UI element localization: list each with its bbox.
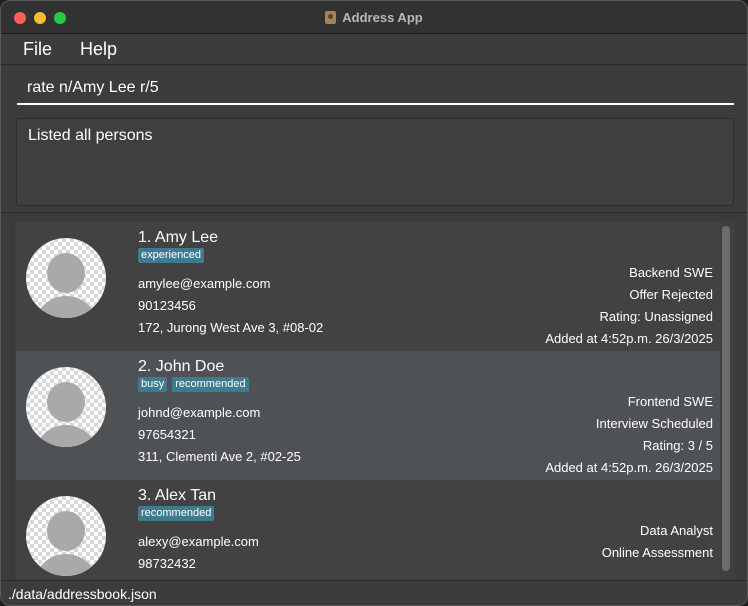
person-role: Frontend SWE: [627, 394, 713, 409]
avatar-icon: [26, 367, 106, 447]
person-list-area: 1. Amy Lee experienced amylee@example.co…: [1, 213, 747, 580]
person-added: Added at 4:52p.m. 26/3/2025: [545, 331, 713, 346]
window-title: Address App: [342, 10, 423, 25]
menu-help[interactable]: Help: [66, 39, 131, 60]
person-email: alexy@example.com: [138, 534, 259, 549]
person-phone: 90123456: [138, 298, 196, 313]
app-icon: [325, 11, 337, 24]
person-role: Backend SWE: [629, 265, 713, 280]
person-name: 2. John Doe: [138, 358, 225, 375]
person-tags: experienced: [138, 248, 204, 263]
person-card[interactable]: 1. Amy Lee experienced amylee@example.co…: [16, 222, 720, 351]
menu-bar: File Help: [1, 34, 747, 65]
result-display-area: Listed all persons: [1, 112, 747, 213]
person-name: 1. Amy Lee: [138, 229, 219, 246]
tag-badge: recommended: [138, 506, 215, 521]
window-title-group: Address App: [1, 1, 747, 34]
person-email: amylee@example.com: [138, 276, 271, 291]
person-role: Data Analyst: [640, 523, 713, 538]
title-bar: Address App: [1, 1, 747, 34]
person-tags: busy recommended: [138, 377, 249, 392]
list-scrollbar[interactable]: [721, 226, 731, 577]
tag-badge: experienced: [138, 248, 204, 263]
scrollbar-thumb[interactable]: [722, 226, 730, 571]
person-address: 172, Jurong West Ave 3, #08-02: [138, 320, 324, 335]
person-status: Online Assessment: [601, 545, 713, 560]
person-phone: 98732432: [138, 556, 196, 571]
person-rating: Rating: Unassigned: [599, 309, 713, 324]
person-status: Offer Rejected: [629, 287, 713, 302]
command-box: [1, 66, 747, 112]
person-status: Interview Scheduled: [595, 416, 713, 431]
person-card[interactable]: 2. John Doe busy recommended johnd@examp…: [16, 351, 720, 480]
person-name: 3. Alex Tan: [138, 487, 216, 504]
status-bar: ./data/addressbook.json: [1, 580, 747, 605]
command-input[interactable]: [17, 72, 734, 105]
app-window: Address App File Help Listed all persons…: [0, 0, 748, 606]
person-address: 311, Clementi Ave 2, #02-25: [138, 449, 301, 464]
tag-badge: busy: [138, 377, 168, 392]
person-list[interactable]: 1. Amy Lee experienced amylee@example.co…: [15, 222, 735, 580]
tag-badge: recommended: [172, 377, 249, 392]
person-email: johnd@example.com: [138, 405, 261, 420]
person-phone: 97654321: [138, 427, 196, 442]
person-tags: recommended: [138, 506, 215, 521]
result-display: Listed all persons: [16, 118, 734, 206]
menu-file[interactable]: File: [9, 39, 66, 60]
person-rating: Rating: 3 / 5: [642, 438, 713, 453]
avatar-icon: [26, 496, 106, 576]
avatar-icon: [26, 238, 106, 318]
person-card[interactable]: 3. Alex Tan recommended alexy@example.co…: [16, 480, 720, 580]
person-added: Added at 4:52p.m. 26/3/2025: [545, 460, 713, 475]
